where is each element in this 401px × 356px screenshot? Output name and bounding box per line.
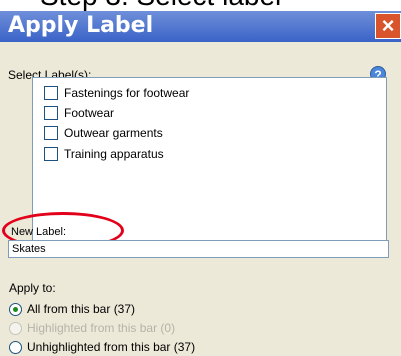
list-item-label: Outwear garments <box>64 126 163 140</box>
close-button[interactable]: × <box>375 13 401 39</box>
radio-button[interactable] <box>9 302 22 316</box>
window-title: Apply Label <box>8 13 154 38</box>
radio-unhighlighted[interactable]: Unhighlighted from this bar (37) <box>9 339 195 355</box>
radio-label: Unhighlighted from this bar (37) <box>27 340 196 354</box>
radio-all[interactable]: All from this bar (37) <box>9 301 135 317</box>
list-item[interactable]: Footwear <box>44 104 114 122</box>
radio-button[interactable] <box>9 340 22 354</box>
list-item-label: Footwear <box>64 106 115 120</box>
radio-label: Highlighted from this bar (0) <box>27 321 176 335</box>
checkbox[interactable] <box>44 86 58 100</box>
apply-label-dialog: Select Label(s): ? Fastenings for footwe… <box>0 42 401 356</box>
checkbox[interactable] <box>44 106 58 120</box>
title-bar: Apply Label × <box>0 11 401 42</box>
list-item[interactable]: Training apparatus <box>44 145 164 163</box>
list-item[interactable]: Fastenings for footwear <box>44 84 189 102</box>
list-item[interactable]: Outwear garments <box>44 124 163 142</box>
checkbox[interactable] <box>44 126 58 140</box>
new-label-input[interactable] <box>8 240 389 258</box>
list-item-label: Fastenings for footwear <box>64 86 190 100</box>
radio-label: All from this bar (37) <box>27 302 136 316</box>
radio-button <box>9 321 22 335</box>
list-item-label: Training apparatus <box>64 147 164 161</box>
apply-to-heading: Apply to: <box>9 281 56 295</box>
radio-highlighted: Highlighted from this bar (0) <box>9 320 175 336</box>
checkbox[interactable] <box>44 147 58 161</box>
